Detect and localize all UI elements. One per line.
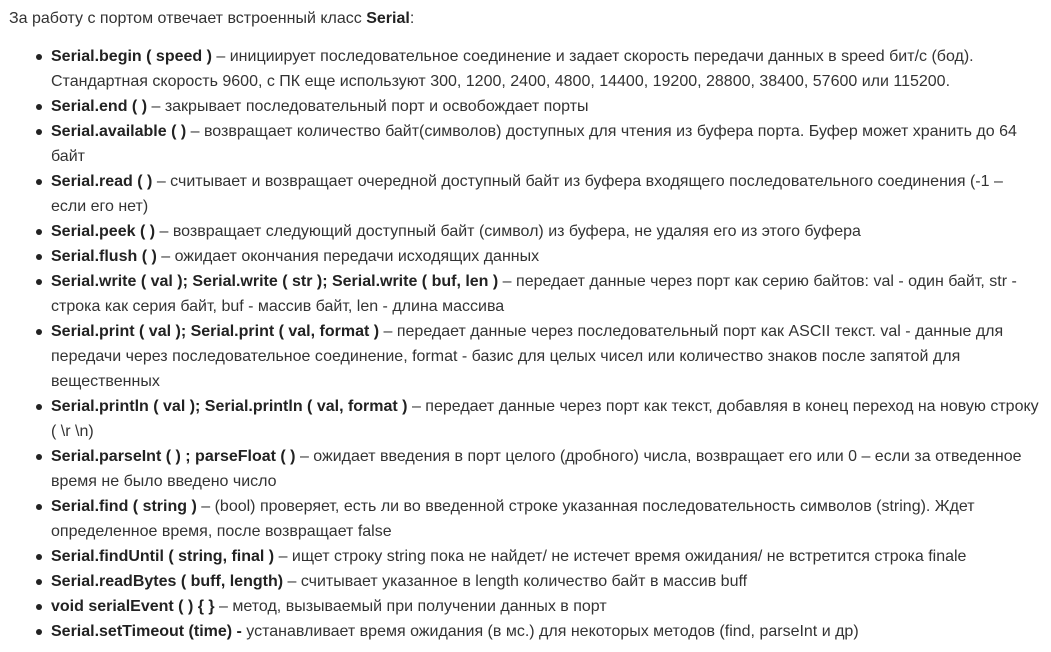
intro-text: За работу с портом отвечает встроенный к… [9,10,367,27]
method-signature: Serial.parseInt ( ) ; parseFloat ( ) [51,448,296,465]
method-signature: Serial.begin ( speed ) [51,48,212,65]
method-signature: Serial.read ( ) [51,173,153,190]
method-description: – закрывает последовательный порт и осво… [147,98,589,115]
method-description: – метод, вызываемый при получении данных… [214,598,607,615]
method-description: – ожидает окончания передачи исходящих д… [156,248,540,265]
method-signature: Serial.end ( ) [51,98,148,115]
method-item: Serial.end ( ) – закрывает последователь… [9,94,1039,119]
method-description: – возвращает количество байт(символов) д… [51,123,1017,165]
method-signature: Serial.available ( ) [51,123,187,140]
method-item: Serial.println ( val ); Serial.println (… [9,394,1039,444]
method-signature: Serial.setTimeout (time) - [51,623,242,640]
method-signature: Serial.readBytes ( buff, length) [51,573,284,590]
methods-list: Serial.begin ( speed ) – инициирует посл… [9,44,1039,644]
intro-paragraph: За работу с портом отвечает встроенный к… [9,6,1039,31]
method-item: void serialEvent ( ) { } – метод, вызыва… [9,594,1039,619]
intro-end: : [409,10,415,27]
method-item: Serial.readBytes ( buff, length) – считы… [9,569,1039,594]
method-signature: Serial.write ( val ); Serial.write ( str… [51,273,499,290]
method-item: Serial.available ( ) – возвращает количе… [9,119,1039,169]
article-content: За работу с портом отвечает встроенный к… [9,6,1039,644]
method-signature: Serial.peek ( ) [51,223,156,240]
method-description: – считывает указанное в length количеств… [283,573,748,590]
method-description: – возвращает следующий доступный байт (с… [155,223,861,240]
method-item: Serial.findUntil ( string, final ) – ище… [9,544,1039,569]
method-signature: Serial.find ( string ) [51,498,197,515]
method-signature: Serial.print ( val ); Serial.print ( val… [51,323,380,340]
method-description: устанавливает время ожидания (в мс.) для… [241,623,859,640]
method-signature: Serial.flush ( ) [51,248,157,265]
method-item: Serial.begin ( speed ) – инициирует посл… [9,44,1039,94]
method-item: Serial.print ( val ); Serial.print ( val… [9,319,1039,394]
method-item: Serial.setTimeout (time) - устанавливает… [9,619,1039,644]
method-item: Serial.find ( string ) – (bool) проверяе… [9,494,1039,544]
method-item: Serial.parseInt ( ) ; parseFloat ( ) – о… [9,444,1039,494]
method-description: – ищет строку string пока не найдет/ не … [274,548,967,565]
method-signature: Serial.findUntil ( string, final ) [51,548,275,565]
method-item: Serial.write ( val ); Serial.write ( str… [9,269,1039,319]
method-item: Serial.read ( ) – считывает и возвращает… [9,169,1039,219]
method-item: Serial.peek ( ) – возвращает следующий д… [9,219,1039,244]
method-description: – считывает и возвращает очередной досту… [51,173,1003,215]
method-item: Serial.flush ( ) – ожидает окончания пер… [9,244,1039,269]
intro-class-name: Serial [366,10,410,27]
method-signature: Serial.println ( val ); Serial.println (… [51,398,408,415]
method-signature: void serialEvent ( ) { } [51,598,215,615]
